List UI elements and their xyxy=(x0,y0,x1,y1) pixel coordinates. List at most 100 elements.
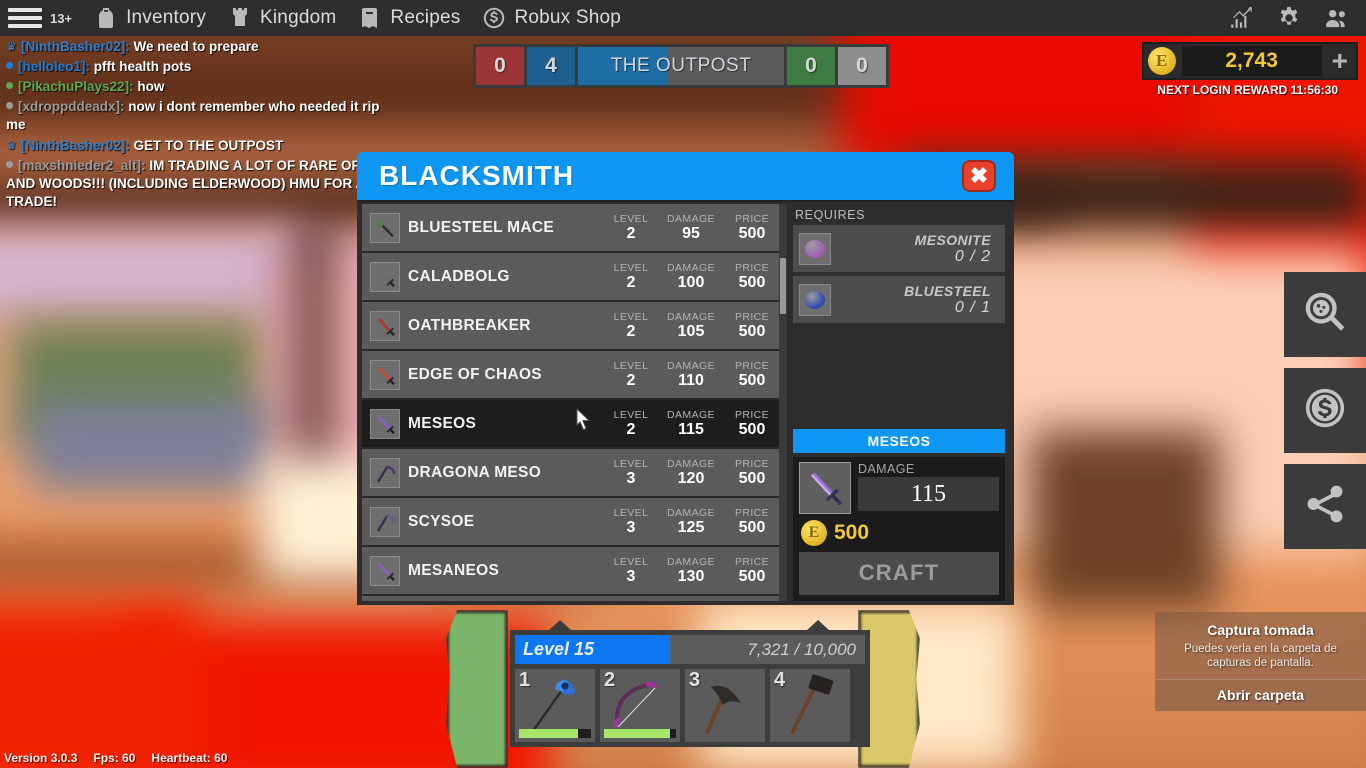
weapon-price: PRICE 500 xyxy=(734,507,770,536)
chat-message: [helloleo1]: pfft health pots xyxy=(4,57,399,77)
nav-item-recipes[interactable]: Recipes xyxy=(358,6,460,30)
weapon-row[interactable]: MESANEOS LEVEL 3 DAMAGE 130 PRICE 500 xyxy=(362,547,787,594)
nav-label: Kingdom xyxy=(260,7,337,28)
nav-label: Robux Shop xyxy=(514,7,622,28)
toast-title: Captura tomada xyxy=(1207,622,1314,638)
gold-coin-icon: E xyxy=(801,520,827,546)
add-currency-button[interactable]: + xyxy=(1328,47,1352,75)
inspect-magnifier-button[interactable] xyxy=(1284,272,1366,357)
slot-number: 4 xyxy=(774,669,786,691)
hotbar-slot[interactable]: 3 xyxy=(685,669,765,742)
nav-label: Recipes xyxy=(390,7,461,28)
weapon-damage: DAMAGE 105 xyxy=(667,311,715,340)
stats-chart-icon[interactable] xyxy=(1228,5,1254,31)
score-gray: 0 xyxy=(838,47,886,85)
chat-text: how xyxy=(137,79,165,94)
blacksmith-body: BLUESTEEL MACE LEVEL 2 DAMAGE 95 PRICE 500 CALA… xyxy=(357,200,1014,605)
weapon-row[interactable]: BLUESTEEL MACE LEVEL 2 DAMAGE 95 PRICE 500 xyxy=(362,204,787,251)
xp-bar: Level 15 7,321 / 10,000 xyxy=(515,635,865,664)
ore-icon xyxy=(799,283,831,316)
weapon-level: LEVEL 2 xyxy=(613,360,649,389)
currency-box: E 2,743 + xyxy=(1141,42,1358,80)
chat-message: [xdroppddeadx]: now i dont remember who … xyxy=(4,97,399,135)
weapon-level: LEVEL 2 xyxy=(613,262,649,291)
requirement-row: MESONITE 0 / 2 xyxy=(793,225,1005,272)
currency-widget: E 2,743 + NEXT LOGIN REWARD 11:56:30 xyxy=(1141,42,1358,97)
blacksmith-panel: BLACKSMITH ✖ BLUESTEEL MACE LEVEL 2 DAMAGE 9… xyxy=(357,152,1014,605)
weapon-row[interactable]: CALADBOLG LEVEL 2 DAMAGE 100 PRICE 500 xyxy=(362,253,787,300)
weapon-list-scrollbar[interactable] xyxy=(779,204,787,601)
weapon-name: DRAGONA MESO xyxy=(408,463,542,481)
craft-price: E 500 xyxy=(801,520,999,546)
requirement-name: BLUESTEEL xyxy=(904,282,991,299)
selected-weapon-icon xyxy=(799,462,851,514)
chat-message: [PikachuPlays22]: how xyxy=(4,77,399,97)
fps-text: Fps: 60 xyxy=(93,751,136,765)
outpost-name: THE OUTPOST xyxy=(610,55,752,76)
durability-bar xyxy=(519,729,591,738)
weapon-name: MESANEOS xyxy=(408,561,500,579)
hotbar-slot[interactable]: 1 xyxy=(515,669,595,742)
weapon-name: OATHBREAKER xyxy=(408,316,531,334)
weapon-row[interactable]: OATHBREAKER LEVEL 2 DAMAGE 105 PRICE 500 xyxy=(362,302,787,349)
version-text: Version 3.0.3 xyxy=(4,751,78,765)
outpost-capture-bar: THE OUTPOST xyxy=(578,47,784,85)
nav-item-kingdom[interactable]: Kingdom xyxy=(228,6,336,30)
green-pillar xyxy=(446,610,508,768)
backpack-icon xyxy=(94,6,118,30)
weapon-row[interactable]: GENZANIKULEVEL3DAMAGE135PRICE500 xyxy=(362,596,787,601)
share-nodes-icon xyxy=(1302,481,1348,532)
weapon-icon xyxy=(370,359,400,390)
settings-gear-icon[interactable] xyxy=(1276,5,1302,31)
chat-username: [NinthBasher02]: xyxy=(21,39,130,54)
slot-number: 3 xyxy=(689,669,701,691)
blacksmith-header: BLACKSMITH ✖ xyxy=(357,152,1014,200)
shop-coin-button[interactable] xyxy=(1284,368,1366,453)
weapon-icon xyxy=(370,310,400,341)
hotbar-slot[interactable]: 4 xyxy=(770,669,850,742)
scrollbar-thumb[interactable] xyxy=(780,258,786,314)
weapon-row[interactable]: EDGE OF CHAOS LEVEL 2 DAMAGE 110 PRICE 500 xyxy=(362,351,787,398)
chat-message: ♛ [NinthBasher02]: We need to prepare xyxy=(4,36,399,57)
weapon-row[interactable]: MESEOS LEVEL 2 DAMAGE 115 PRICE 500 xyxy=(362,400,787,447)
crown-icon: ♛ xyxy=(6,138,17,152)
weapon-icon xyxy=(370,555,400,586)
share-button[interactable] xyxy=(1284,464,1366,549)
requires-title: REQUIRES xyxy=(795,208,866,222)
close-icon[interactable]: ✖ xyxy=(962,160,996,192)
hamburger-menu-icon[interactable] xyxy=(8,8,42,28)
open-folder-button[interactable]: Abrir carpeta xyxy=(1155,679,1366,711)
crown-icon: ♛ xyxy=(6,39,17,53)
weapon-row[interactable]: SCYSOE LEVEL 3 DAMAGE 125 PRICE 500 xyxy=(362,498,787,545)
weapon-damage: DAMAGE 100 xyxy=(667,262,715,291)
weapon-damage: DAMAGE 110 xyxy=(667,360,715,389)
weapon-list[interactable]: BLUESTEEL MACE LEVEL 2 DAMAGE 95 PRICE 500 CALA… xyxy=(362,204,787,601)
chat-username: [PikachuPlays22]: xyxy=(18,79,134,94)
craft-button[interactable]: CRAFT xyxy=(799,552,999,595)
requirement-amount: 0 / 1 xyxy=(954,298,991,316)
weapon-price: PRICE 500 xyxy=(734,458,770,487)
requirement-row: BLUESTEEL 0 / 1 xyxy=(793,276,1005,323)
nav-item-robux-shop[interactable]: Robux Shop xyxy=(482,6,621,30)
weapon-name: CALADBOLG xyxy=(408,267,510,285)
chat-message: [maxshnieder2_alt]: IM TRADING A LOT OF … xyxy=(4,156,399,212)
score-green: 0 xyxy=(787,47,835,85)
hotbar-slot[interactable]: 2 xyxy=(600,669,680,742)
slot-number: 2 xyxy=(604,669,616,691)
nav-item-inventory[interactable]: Inventory xyxy=(94,6,206,30)
weapon-row[interactable]: DRAGONA MESO LEVEL 3 DAMAGE 120 PRICE 500 xyxy=(362,449,787,496)
requirement-amount: 0 / 2 xyxy=(954,247,991,265)
hotbar: 1 2 3 4 xyxy=(515,669,865,742)
chat-text: pfft health pots xyxy=(93,59,192,74)
weapon-level: LEVEL 3 xyxy=(613,556,649,585)
player-dot-icon xyxy=(6,102,13,109)
ore-icon xyxy=(799,232,831,265)
players-group-icon[interactable] xyxy=(1324,5,1350,31)
damage-value: 115 xyxy=(858,477,999,511)
weapon-damage: DAMAGE 120 xyxy=(667,458,715,487)
requirement-name: MESONITE xyxy=(914,231,991,248)
currency-amount: 2,743 xyxy=(1181,46,1322,76)
weapon-icon xyxy=(370,506,400,537)
book-icon xyxy=(358,6,382,30)
weapon-level: LEVEL 2 xyxy=(613,213,649,242)
